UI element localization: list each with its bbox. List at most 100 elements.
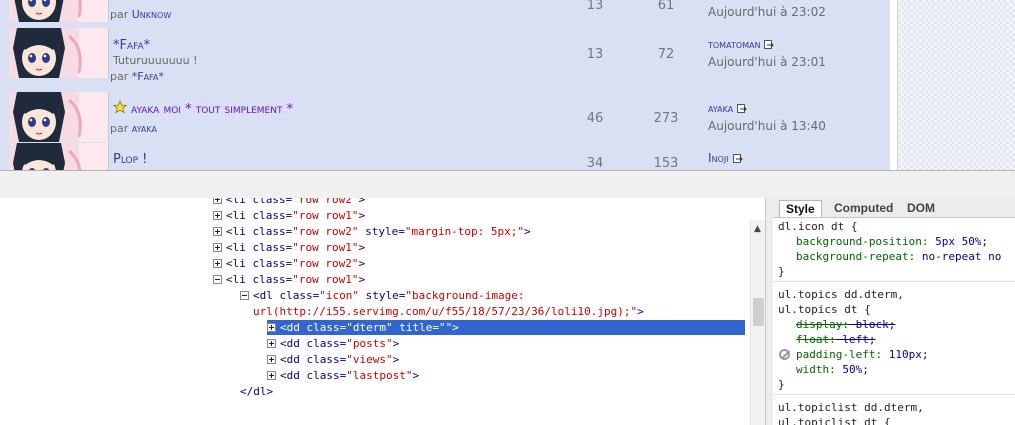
html-node-selected[interactable]: <dd class="dterm" title=""> bbox=[267, 320, 745, 335]
html-panel-scrollbar[interactable]: ▲ bbox=[750, 220, 766, 425]
html-node[interactable]: <li class="row row2"> bbox=[213, 198, 365, 207]
html-attr-value: "views" bbox=[346, 353, 393, 366]
style-side-panel: Style Computed DOM dl.icon dt {background-… bbox=[773, 198, 1015, 425]
html-tag-text: > bbox=[524, 225, 531, 238]
html-tag-text: > bbox=[358, 257, 366, 270]
goto-post-icon[interactable] bbox=[764, 40, 775, 50]
css-declaration[interactable]: display: block; bbox=[796, 317, 895, 332]
author-link[interactable]: *Fafa* bbox=[132, 70, 164, 83]
avatar[interactable] bbox=[9, 92, 109, 142]
html-attr-value: "row row2" bbox=[292, 198, 359, 206]
goto-post-icon[interactable] bbox=[732, 154, 744, 164]
html-node[interactable]: </dl> bbox=[240, 384, 273, 399]
expand-toggle-icon[interactable] bbox=[213, 211, 222, 220]
views-count: 61 bbox=[657, 0, 675, 13]
topic-title-link[interactable]: Plop ! bbox=[113, 152, 147, 167]
last-author-link[interactable]: tomatoman bbox=[708, 38, 760, 51]
css-value[interactable]: block; bbox=[849, 318, 896, 331]
scroll-up-arrow-icon[interactable]: ▲ bbox=[754, 224, 761, 234]
css-value[interactable]: 5px 50%; bbox=[928, 235, 988, 248]
html-tag-text: <li class= bbox=[226, 273, 293, 286]
html-tag-text: <dd class= bbox=[280, 369, 347, 382]
css-declaration[interactable]: width: 50%; bbox=[796, 362, 869, 377]
last-post-time: Aujourd'hui à 23:01 bbox=[708, 55, 826, 69]
css-property: display: bbox=[796, 318, 849, 331]
topic-title-link[interactable]: *Fafa* bbox=[113, 38, 150, 53]
html-node[interactable]: <dd class="views"> bbox=[267, 352, 399, 367]
html-node[interactable]: <li class="row row2"> bbox=[213, 256, 365, 271]
html-node[interactable]: <li class="row row1"> bbox=[213, 208, 365, 223]
css-value[interactable]: left; bbox=[836, 333, 875, 346]
avatar-image bbox=[9, 92, 108, 142]
css-selector[interactable]: ul.topiclist dd.dterm, bbox=[778, 400, 924, 415]
author-link[interactable]: Unknow bbox=[132, 8, 171, 21]
html-attr-value: "row row1" bbox=[292, 241, 359, 254]
html-node[interactable]: <dd class="posts"> bbox=[267, 336, 399, 351]
expand-toggle-icon[interactable] bbox=[213, 243, 222, 252]
html-tag-text: > bbox=[358, 209, 366, 222]
css-rule-close: } bbox=[778, 378, 785, 391]
avatar[interactable] bbox=[9, 143, 109, 170]
tab-style[interactable]: Style bbox=[779, 200, 822, 217]
expand-toggle-icon[interactable] bbox=[267, 371, 276, 380]
views-count: 72 bbox=[657, 47, 675, 62]
html-attr-value: "background-image: bbox=[405, 289, 525, 302]
scrollbar-thumb[interactable] bbox=[753, 298, 764, 326]
css-selector[interactable]: dl.icon dt { bbox=[778, 219, 857, 234]
html-node[interactable]: url(http://i55.servimg.com/u/f55/18/57/2… bbox=[253, 304, 644, 319]
expand-toggle-icon[interactable] bbox=[267, 355, 276, 364]
last-author-link[interactable]: ayaka bbox=[708, 102, 733, 115]
topic-row: Plop ! 34 153 Inoji bbox=[0, 143, 890, 170]
html-attr-value: "posts" bbox=[346, 337, 393, 350]
css-property: padding-left: bbox=[796, 348, 883, 361]
html-tag-text: <dd class= bbox=[280, 353, 347, 366]
collapse-toggle-icon[interactable] bbox=[213, 275, 222, 284]
last-post-author: ayaka bbox=[708, 102, 748, 115]
posts-count: 34 bbox=[586, 156, 604, 170]
html-node[interactable]: <li class="row row1"> bbox=[213, 240, 365, 255]
css-declaration[interactable]: background-position: 5px 50%; bbox=[796, 234, 988, 249]
html-node[interactable]: <li class="row row2" style="margin-top: … bbox=[213, 224, 531, 239]
css-selector[interactable]: ul.topics dt { bbox=[778, 302, 871, 317]
tab-computed[interactable]: Computed bbox=[828, 200, 899, 216]
html-tag-text: > bbox=[452, 321, 459, 334]
avatar-image bbox=[9, 0, 108, 22]
expand-toggle-icon[interactable] bbox=[213, 198, 222, 204]
css-value[interactable]: 110px; bbox=[882, 348, 929, 361]
html-attr-value: "row row2" bbox=[292, 257, 359, 270]
tab-dom[interactable]: DOM bbox=[901, 200, 941, 216]
topic-title-link[interactable]: ayaka moi * tout simplement * bbox=[131, 102, 293, 117]
expand-toggle-icon[interactable] bbox=[267, 323, 276, 332]
html-node[interactable]: <dl class="icon" style="background-image… bbox=[240, 288, 525, 303]
avatar[interactable] bbox=[9, 28, 109, 78]
collapse-toggle-icon[interactable] bbox=[240, 291, 249, 300]
css-declaration[interactable]: float: left; bbox=[796, 332, 876, 347]
expand-toggle-icon[interactable] bbox=[213, 227, 222, 236]
css-declaration[interactable]: background-repeat: no-repeat no bbox=[796, 249, 1001, 264]
css-selector[interactable]: ul.topics dd.dterm, bbox=[778, 287, 904, 302]
html-tag-text: <dd class= bbox=[280, 321, 347, 334]
avatar[interactable] bbox=[9, 0, 109, 22]
topic-author-line: par ayaka bbox=[110, 122, 157, 135]
views-count: 153 bbox=[653, 156, 679, 170]
goto-post-icon[interactable] bbox=[737, 104, 748, 114]
last-author-link[interactable]: Inoji bbox=[708, 151, 729, 165]
topic-list: par Unknow 13 61 Aujourd'hui à 23:02 *Fa… bbox=[0, 0, 890, 170]
css-value[interactable]: 50%; bbox=[836, 363, 869, 376]
html-attr-value: "row row2" bbox=[292, 225, 359, 238]
expand-toggle-icon[interactable] bbox=[213, 259, 222, 268]
topic-author-line: par Unknow bbox=[110, 8, 172, 21]
expand-toggle-icon[interactable] bbox=[267, 339, 276, 348]
css-declaration[interactable]: padding-left: 110px; bbox=[796, 347, 928, 362]
html-attr-value: "margin-top: 5px;" bbox=[404, 225, 525, 238]
html-tag-text: > bbox=[358, 198, 366, 206]
html-node[interactable]: <li class="row row1"> bbox=[213, 272, 365, 287]
disable-property-icon[interactable] bbox=[779, 349, 790, 360]
css-property: background-repeat: bbox=[796, 250, 916, 263]
html-tree-panel[interactable]: <li class="row row2"> <li class="row row1… bbox=[0, 198, 765, 425]
html-node[interactable]: <dd class="lastpost"> bbox=[267, 368, 419, 383]
author-link[interactable]: ayaka bbox=[132, 122, 157, 135]
css-selector[interactable]: ul.topiclist dt { bbox=[778, 415, 891, 425]
css-value[interactable]: no-repeat no bbox=[915, 250, 1001, 263]
last-post-author: Inoji bbox=[708, 151, 744, 165]
